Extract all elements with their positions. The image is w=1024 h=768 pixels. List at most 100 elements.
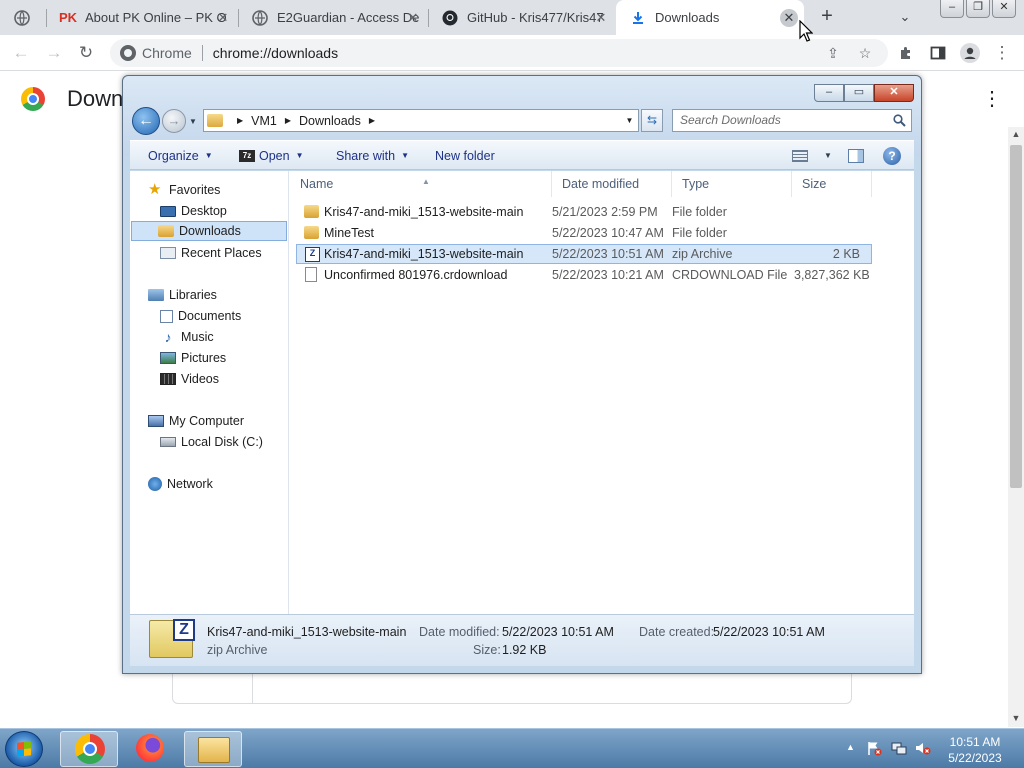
nav-videos[interactable]: Videos: [160, 369, 219, 389]
preview-pane-icon[interactable]: [848, 149, 864, 163]
nav-pictures[interactable]: Pictures: [160, 348, 226, 368]
back-button[interactable]: ←: [132, 107, 160, 135]
details-pane: Z Kris47-and-miki_1513-website-main zip …: [130, 614, 914, 666]
start-button[interactable]: [5, 731, 43, 767]
nav-documents[interactable]: Documents: [160, 306, 241, 326]
tab-strip: PK About PK Online – PK O ✕ E2Guardian -…: [0, 0, 1024, 35]
tab-e2guardian[interactable]: E2Guardian - Access De ✕: [238, 0, 428, 35]
breadcrumb-vm1[interactable]: VM1: [251, 114, 277, 128]
star-icon: ★: [148, 181, 162, 198]
folder-icon: [158, 225, 174, 237]
explorer-address-bar[interactable]: ▶ VM1 ▶ Downloads ▶ ▼: [203, 109, 639, 132]
volume-muted-icon[interactable]: [915, 740, 931, 756]
minimize-icon[interactable]: –: [814, 84, 844, 102]
forward-arrow-icon[interactable]: →: [42, 41, 66, 65]
share-icon[interactable]: ⇪: [824, 44, 842, 62]
computer-icon: [148, 415, 164, 427]
search-input[interactable]: Search Downloads: [672, 109, 912, 132]
pictures-icon: [160, 352, 176, 364]
side-panel-icon[interactable]: [926, 41, 950, 65]
firefox-icon: [136, 734, 164, 762]
file-size: [794, 202, 860, 222]
network-icon[interactable]: [891, 740, 907, 756]
mouse-cursor-icon: [799, 20, 813, 42]
taskbar-firefox[interactable]: [122, 731, 180, 767]
tab-pinned[interactable]: [0, 0, 30, 35]
extensions-icon[interactable]: [894, 41, 918, 65]
close-icon[interactable]: ✕: [404, 9, 422, 27]
explorer-body: ★ Favorites Desktop Downloads Recent Plac…: [130, 171, 914, 614]
nav-my-computer[interactable]: My Computer: [148, 411, 244, 431]
restore-icon[interactable]: ❐: [966, 0, 990, 18]
address-bar[interactable]: Chrome chrome://downloads ⇪ ☆: [110, 39, 888, 67]
breadcrumb-arrow-icon[interactable]: ▶: [237, 116, 243, 125]
view-options-dropdown[interactable]: ▼: [818, 141, 832, 171]
file-row-selected[interactable]: Z Kris47-and-miki_1513-website-main 5/22…: [296, 244, 872, 264]
file-size: [794, 223, 860, 243]
nav-recent-places[interactable]: Recent Places: [160, 243, 262, 263]
system-clock[interactable]: 10:51 AM 5/22/2023: [940, 734, 1010, 766]
tab-github[interactable]: GitHub - Kris477/Kris47 ✕: [428, 0, 616, 35]
file-row[interactable]: Unconfirmed 801976.crdownload 5/22/2023 …: [296, 265, 872, 285]
close-icon[interactable]: ✕: [592, 9, 610, 27]
open-label: Open: [259, 149, 290, 163]
bookmark-star-icon[interactable]: ☆: [856, 44, 874, 62]
chrome-icon: [75, 734, 105, 764]
browser-toolbar: ← → ↻ Chrome chrome://downloads ⇪ ☆ ⋮: [0, 35, 1024, 71]
reload-icon[interactable]: ↻: [74, 41, 98, 65]
back-arrow-icon[interactable]: ←: [9, 41, 33, 65]
breadcrumb-arrow-icon[interactable]: ▶: [285, 116, 291, 125]
globe-icon: [252, 9, 268, 26]
taskbar-chrome[interactable]: [60, 731, 118, 767]
action-center-flag-icon[interactable]: [866, 740, 882, 756]
nav-favorites[interactable]: ★ Favorites: [148, 180, 220, 200]
column-header-size[interactable]: Size: [792, 171, 872, 197]
close-icon[interactable]: ✕: [874, 84, 914, 102]
column-header-name[interactable]: Name ▲: [290, 171, 552, 197]
profile-avatar-icon[interactable]: [958, 41, 982, 65]
show-hidden-icons-icon[interactable]: ▲: [846, 742, 855, 752]
nav-libraries[interactable]: Libraries: [148, 285, 217, 305]
scrollbar-thumb[interactable]: [1010, 145, 1022, 488]
change-view-icon[interactable]: [792, 150, 808, 162]
column-header-type[interactable]: Type: [672, 171, 792, 197]
share-with-button[interactable]: Share with ▼: [336, 141, 409, 171]
maximize-icon[interactable]: ▭: [844, 84, 874, 102]
organize-button[interactable]: Organize ▼: [148, 141, 213, 171]
file-row[interactable]: Kris47-and-miki_1513-website-main 5/21/2…: [296, 202, 872, 222]
taskbar-explorer[interactable]: [184, 731, 242, 767]
new-tab-button[interactable]: +: [815, 5, 839, 29]
close-icon[interactable]: ✕: [780, 9, 798, 27]
column-header-date[interactable]: Date modified: [552, 171, 672, 197]
file-date: 5/21/2023 2:59 PM: [552, 205, 658, 219]
menu-kebab-icon[interactable]: ⋮: [990, 41, 1014, 65]
forward-button[interactable]: →: [162, 109, 186, 133]
page-menu-icon[interactable]: ⋮: [982, 86, 1002, 111]
close-window-icon[interactable]: ✕: [992, 0, 1016, 18]
refresh-button[interactable]: ⇆: [641, 109, 663, 132]
nav-network[interactable]: Network: [148, 474, 213, 494]
breadcrumb-downloads[interactable]: Downloads: [299, 114, 361, 128]
folder-icon: [304, 226, 319, 239]
scroll-up-icon[interactable]: ▲: [1010, 129, 1022, 139]
tab-pk-online[interactable]: PK About PK Online – PK O ✕: [46, 0, 238, 35]
nav-desktop[interactable]: Desktop: [160, 201, 227, 221]
file-row[interactable]: MineTest 5/22/2023 10:47 AM File folder: [296, 223, 872, 243]
minimize-icon[interactable]: –: [940, 0, 964, 18]
tab-downloads[interactable]: Downloads ✕: [616, 0, 804, 35]
address-dropdown-icon[interactable]: ▼: [620, 110, 638, 131]
nav-downloads[interactable]: Downloads: [131, 221, 287, 241]
recent-pages-dropdown-icon[interactable]: ▼: [189, 117, 197, 126]
close-icon[interactable]: ✕: [214, 9, 232, 27]
help-icon[interactable]: ?: [883, 147, 901, 165]
open-button[interactable]: 7z Open ▼: [239, 141, 304, 171]
documents-icon: [160, 309, 173, 323]
nav-local-disk[interactable]: Local Disk (C:): [160, 432, 263, 452]
breadcrumb-arrow-icon[interactable]: ▶: [369, 116, 375, 125]
search-icon[interactable]: [893, 114, 906, 127]
new-folder-button[interactable]: New folder: [435, 141, 495, 171]
chevron-down-icon[interactable]: ⌄: [894, 6, 916, 28]
nav-music[interactable]: ♪ Music: [160, 327, 214, 347]
scroll-down-icon[interactable]: ▼: [1010, 713, 1022, 723]
explorer-window-controls: – ▭ ✕: [814, 84, 914, 102]
